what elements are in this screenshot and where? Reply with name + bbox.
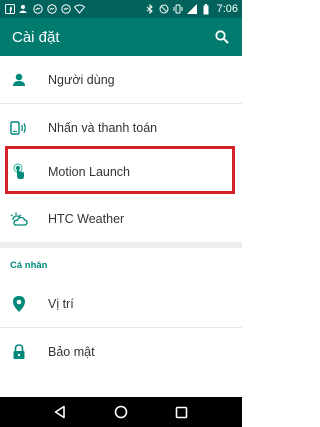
messenger-icon [46, 4, 57, 15]
person-notification-icon [18, 4, 29, 15]
wifi-icon [74, 4, 85, 15]
back-icon [55, 405, 66, 419]
section-divider [0, 242, 242, 248]
settings-item-label: Bảo mật [48, 345, 95, 359]
settings-item-label: HTC Weather [48, 212, 125, 226]
section-header-personal: Cá nhân [10, 260, 48, 271]
bluetooth-icon [145, 4, 156, 15]
weather-icon [9, 209, 29, 229]
app-bar: Cài đặt [0, 18, 242, 56]
signal-icon [187, 4, 198, 15]
navigation-bar [0, 397, 242, 427]
settings-item-htc-weather[interactable]: HTC Weather [0, 196, 242, 242]
settings-item-users[interactable]: Người dùng [0, 56, 242, 104]
home-icon [114, 405, 128, 419]
page-title: Cài đặt [12, 28, 60, 46]
settings-item-location[interactable]: Vị trí [0, 280, 242, 328]
do-not-disturb-icon [159, 4, 170, 15]
settings-item-label: Vị trí [48, 296, 74, 311]
status-right-icons: 7:06 [145, 3, 238, 15]
recents-icon [175, 406, 188, 418]
battery-icon [201, 3, 212, 15]
settings-item-tap-and-pay[interactable]: Nhấn và thanh toán [0, 104, 242, 152]
status-bar: 7:06 [0, 0, 242, 18]
search-icon [215, 30, 229, 44]
messenger-icon [60, 4, 71, 15]
vibrate-icon [173, 4, 184, 15]
touch-icon [9, 162, 29, 182]
messenger-icon [32, 4, 43, 15]
settings-item-label: Motion Launch [48, 165, 131, 179]
recents-button[interactable] [172, 402, 192, 422]
location-icon [9, 294, 29, 314]
status-left-icons [4, 4, 85, 15]
settings-list: Người dùng Nhấn và thanh toán Motion Lau… [0, 56, 242, 376]
tap-pay-icon [9, 118, 29, 138]
facebook-icon [4, 4, 15, 15]
lock-icon [9, 342, 29, 362]
home-button[interactable] [111, 402, 131, 422]
settings-item-security[interactable]: Bảo mật [0, 328, 242, 376]
back-button[interactable] [50, 402, 70, 422]
settings-item-label: Người dùng [48, 72, 115, 87]
status-time: 7:06 [216, 3, 238, 15]
person-icon [9, 70, 29, 90]
settings-item-motion-launch[interactable]: Motion Launch [0, 148, 242, 196]
search-button[interactable] [212, 27, 232, 47]
settings-item-label: Nhấn và thanh toán [48, 121, 158, 135]
